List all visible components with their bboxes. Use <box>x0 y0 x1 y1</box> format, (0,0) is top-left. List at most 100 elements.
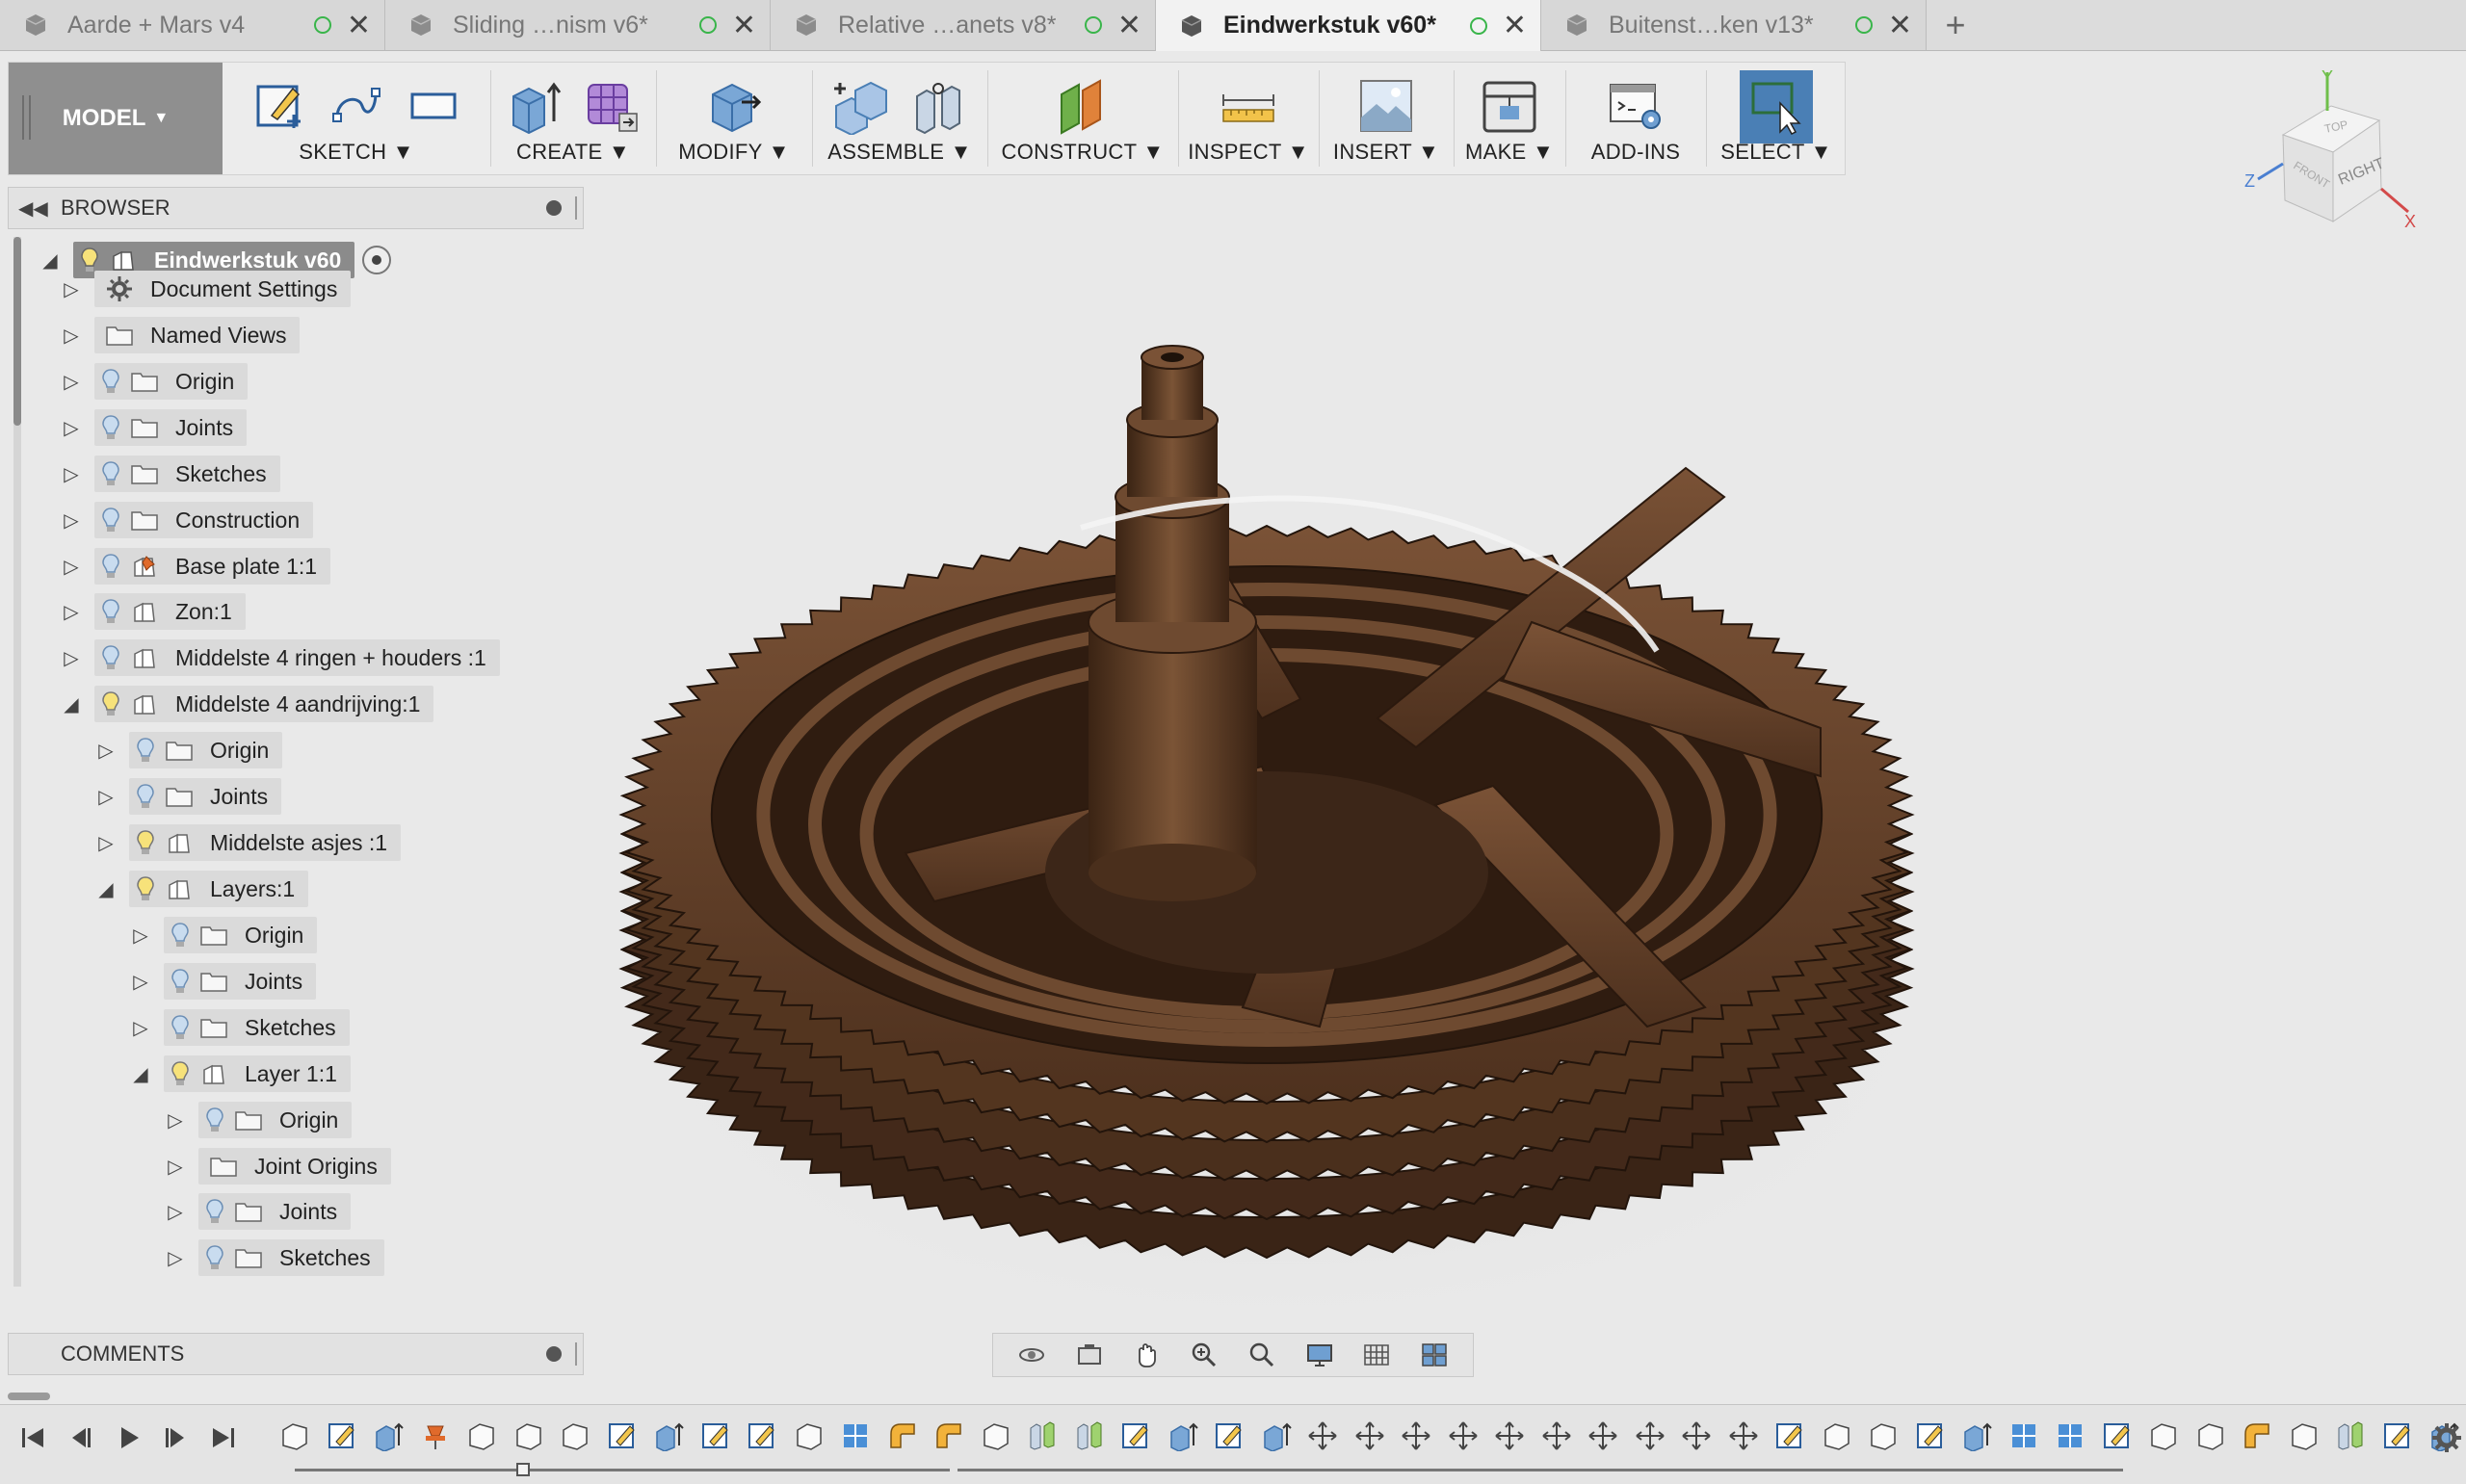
timeline-sketch-feature-icon[interactable] <box>1774 1420 1811 1457</box>
visibility-bulb-icon[interactable] <box>198 1106 231 1133</box>
browser-tree-item[interactable]: ▷ Joints <box>94 778 282 815</box>
timeline-move-feature-icon[interactable] <box>1587 1420 1624 1457</box>
browser-node-chip[interactable]: Joints <box>94 409 248 446</box>
panel-resize-grip[interactable] <box>575 196 577 220</box>
step-back-icon[interactable] <box>62 1419 100 1457</box>
viewports-icon[interactable] <box>1417 1338 1452 1372</box>
browser-tree-item[interactable]: ▷ Base plate 1:1 <box>60 548 331 585</box>
timeline-marker[interactable] <box>516 1463 530 1476</box>
visibility-bulb-icon[interactable] <box>94 598 127 625</box>
timeline-sketch-feature-icon[interactable] <box>1214 1420 1250 1457</box>
timeline-box-feature-icon[interactable] <box>981 1420 1017 1457</box>
expand-triangle-icon[interactable]: ▷ <box>164 1155 187 1179</box>
timeline-pattern-feature-icon[interactable] <box>2055 1420 2091 1457</box>
browser-node-chip[interactable]: Sketches <box>198 1239 384 1276</box>
gear-model[interactable] <box>588 179 2466 1383</box>
extrude-icon[interactable] <box>505 76 564 136</box>
tab-aarde-mars[interactable]: Aarde + Mars v4 ✕ <box>0 0 385 50</box>
browser-node-chip[interactable]: Layer 1:1 <box>164 1055 351 1092</box>
expand-triangle-icon[interactable]: ▷ <box>60 277 83 301</box>
browser-node-chip[interactable]: Middelste asjes :1 <box>129 824 402 861</box>
browser-tree-item[interactable]: ▷ Origin <box>60 363 249 400</box>
joint-icon[interactable] <box>908 76 968 136</box>
offset-plane-icon[interactable] <box>1053 76 1113 136</box>
timeline-box-feature-icon[interactable] <box>1822 1420 1858 1457</box>
timeline-sketch-feature-icon[interactable] <box>327 1420 363 1457</box>
construct-group[interactable]: CONSTRUCT ▼ <box>989 63 1176 174</box>
collapse-triangle-icon[interactable]: ◢ <box>39 248 62 273</box>
timeline-pattern-feature-icon[interactable] <box>2008 1420 2045 1457</box>
look-at-icon[interactable] <box>1072 1338 1107 1372</box>
modify-group[interactable]: MODIFY ▼ <box>658 63 810 174</box>
orbit-icon[interactable] <box>1014 1338 1049 1372</box>
assemble-group[interactable]: ASSEMBLE ▼ <box>814 63 985 174</box>
expand-triangle-icon[interactable]: ▷ <box>60 370 83 394</box>
go-to-end-icon[interactable] <box>204 1419 243 1457</box>
add-comment-icon[interactable] <box>546 1346 562 1362</box>
expand-triangle-icon[interactable]: ▷ <box>164 1246 187 1270</box>
timeline-box-feature-icon[interactable] <box>2195 1420 2232 1457</box>
activate-component-radio[interactable] <box>362 246 392 274</box>
browser-node-chip[interactable]: Layers:1 <box>129 871 309 907</box>
select-group[interactable]: SELECT ▼ <box>1708 63 1845 174</box>
browser-tree-item[interactable]: ▷ Joints <box>129 963 317 1000</box>
timeline-box-feature-icon[interactable] <box>2289 1420 2325 1457</box>
timeline-sketch-feature-icon[interactable] <box>2102 1420 2138 1457</box>
3d-print-icon[interactable] <box>1480 76 1539 136</box>
new-component-icon[interactable] <box>831 76 891 136</box>
visibility-bulb-icon[interactable] <box>164 1014 197 1041</box>
timeline-joint-feature-icon[interactable] <box>1027 1420 1063 1457</box>
timeline-box-feature-icon[interactable] <box>560 1420 596 1457</box>
browser-node-chip[interactable]: Joint Origins <box>198 1148 391 1185</box>
timeline-move-feature-icon[interactable] <box>1307 1420 1344 1457</box>
visibility-bulb-icon[interactable] <box>129 875 162 902</box>
visibility-bulb-icon[interactable] <box>129 783 162 810</box>
timeline-joint-feature-icon[interactable] <box>2335 1420 2372 1457</box>
pan-icon[interactable] <box>1129 1338 1164 1372</box>
close-tab-icon[interactable]: ✕ <box>732 9 756 42</box>
step-forward-icon[interactable] <box>156 1419 195 1457</box>
timeline-extrude-feature-icon[interactable] <box>1167 1420 1204 1457</box>
timeline-fillet-feature-icon[interactable] <box>887 1420 924 1457</box>
visibility-bulb-icon[interactable] <box>198 1198 231 1225</box>
visibility-bulb-icon[interactable] <box>164 922 197 949</box>
browser-node-chip[interactable]: Joints <box>164 963 317 1000</box>
visibility-bulb-icon[interactable] <box>94 690 127 717</box>
new-tab-button[interactable]: + <box>1936 0 1975 50</box>
collapse-triangle-icon[interactable]: ◢ <box>60 692 83 716</box>
timeline-scrollbar[interactable] <box>8 1391 2466 1402</box>
timeline-extrude-feature-icon[interactable] <box>653 1420 690 1457</box>
visibility-bulb-icon[interactable] <box>94 644 127 671</box>
expand-triangle-icon[interactable]: ▷ <box>60 462 83 486</box>
sketch-group[interactable]: SKETCH ▼ <box>228 63 485 174</box>
browser-node-chip[interactable]: Middelste 4 aandrijving:1 <box>94 686 434 722</box>
browser-node-chip[interactable]: Zon:1 <box>94 593 246 630</box>
tab-eindwerkstuk[interactable]: Eindwerkstuk v60* ✕ <box>1156 0 1541 51</box>
timeline-extrude-feature-icon[interactable] <box>1261 1420 1298 1457</box>
expand-triangle-icon[interactable]: ▷ <box>129 924 152 948</box>
browser-tree-item[interactable]: ◢ Layer 1:1 <box>129 1055 351 1092</box>
timeline-move-feature-icon[interactable] <box>1541 1420 1578 1457</box>
browser-node-chip[interactable]: Origin <box>129 732 283 768</box>
timeline-sketch-feature-icon[interactable] <box>700 1420 737 1457</box>
browser-tree-item[interactable]: ▷ Origin <box>164 1102 353 1138</box>
timeline-fillet-feature-icon[interactable] <box>933 1420 970 1457</box>
form-icon[interactable] <box>582 76 642 136</box>
expand-triangle-icon[interactable]: ▷ <box>94 831 118 855</box>
measure-icon[interactable] <box>1219 76 1278 136</box>
expand-triangle-icon[interactable]: ▷ <box>60 600 83 624</box>
timeline-move-feature-icon[interactable] <box>1494 1420 1531 1457</box>
browser-tree-item[interactable]: ▷ Named Views <box>60 317 301 353</box>
scrollbar-thumb[interactable] <box>8 1393 50 1400</box>
timeline-sketch-feature-icon[interactable] <box>607 1420 643 1457</box>
visibility-bulb-icon[interactable] <box>94 507 127 534</box>
collapse-panel-icon[interactable]: ◀◀ <box>18 196 48 221</box>
browser-panel-header[interactable]: ◀◀ BROWSER <box>8 187 584 229</box>
browser-node-chip[interactable]: Joints <box>198 1193 352 1230</box>
visibility-bulb-icon[interactable] <box>164 1060 197 1087</box>
browser-tree-item[interactable]: ▷ Sketches <box>164 1239 384 1276</box>
browser-node-chip[interactable]: Origin <box>164 917 318 953</box>
timeline-joint-feature-icon[interactable] <box>1074 1420 1111 1457</box>
timeline-extrude-feature-icon[interactable] <box>1961 1420 1998 1457</box>
browser-tree-item[interactable]: ▷ Origin <box>94 732 283 768</box>
